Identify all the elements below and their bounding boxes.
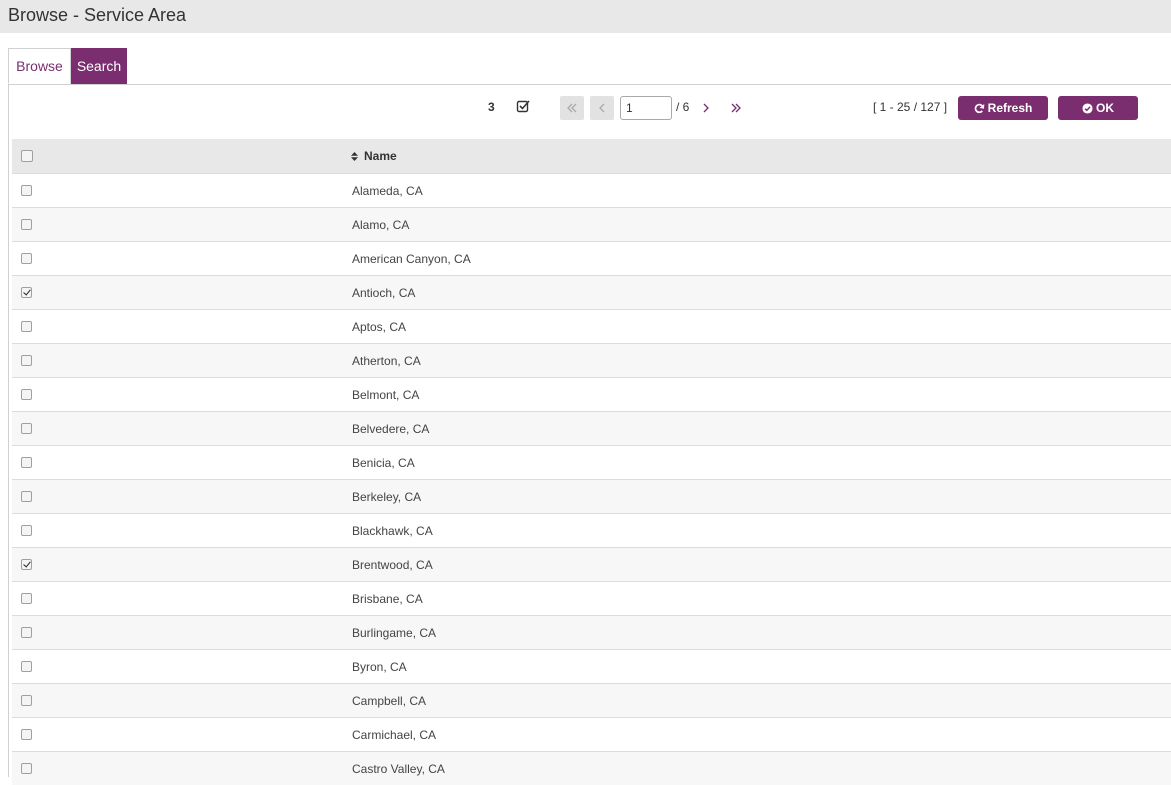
row-name: Alamo, CA (352, 218, 409, 232)
row-name: Aptos, CA (352, 320, 406, 334)
row-name: Carmichael, CA (352, 728, 436, 742)
chevron-left-icon (598, 103, 606, 113)
table-row[interactable]: Castro Valley, CA (12, 751, 1171, 785)
row-name: Benicia, CA (352, 456, 415, 470)
window-title: Browse - Service Area (0, 0, 1171, 33)
check-circle-icon (1082, 103, 1093, 114)
service-area-grid: Name Alameda, CA Alamo, CA American Canyon… (12, 139, 1171, 785)
row-checkbox[interactable] (21, 185, 32, 196)
first-page-button[interactable] (560, 96, 584, 120)
row-name: Atherton, CA (352, 354, 421, 368)
table-row[interactable]: Belmont, CA (12, 377, 1171, 411)
table-row[interactable]: Carmichael, CA (12, 717, 1171, 751)
row-checkbox[interactable] (21, 491, 32, 502)
row-checkbox[interactable] (21, 287, 32, 298)
next-page-button[interactable] (694, 96, 718, 120)
row-name: Castro Valley, CA (352, 762, 445, 776)
double-chevron-left-icon (566, 103, 578, 113)
selected-count: 3 (488, 100, 495, 114)
row-name: Belmont, CA (352, 388, 419, 402)
row-checkbox[interactable] (21, 219, 32, 230)
double-chevron-right-icon (730, 103, 742, 113)
tab-search[interactable]: Search (71, 48, 127, 84)
row-checkbox[interactable] (21, 525, 32, 536)
row-checkbox[interactable] (21, 355, 32, 366)
row-checkbox[interactable] (21, 729, 32, 740)
row-name: Burlingame, CA (352, 626, 436, 640)
table-row[interactable]: Alamo, CA (12, 207, 1171, 241)
row-name: Byron, CA (352, 660, 407, 674)
table-row[interactable]: Aptos, CA (12, 309, 1171, 343)
table-row[interactable]: Blackhawk, CA (12, 513, 1171, 547)
row-checkbox[interactable] (21, 389, 32, 400)
checked-box-icon[interactable] (516, 99, 530, 113)
table-row[interactable]: Antioch, CA (12, 275, 1171, 309)
row-name: Alameda, CA (352, 184, 423, 198)
table-row[interactable]: Burlingame, CA (12, 615, 1171, 649)
row-checkbox[interactable] (21, 593, 32, 604)
row-checkbox[interactable] (21, 423, 32, 434)
table-row[interactable]: Benicia, CA (12, 445, 1171, 479)
table-row[interactable]: Belvedere, CA (12, 411, 1171, 445)
refresh-label: Refresh (988, 101, 1033, 115)
table-row[interactable]: Brisbane, CA (12, 581, 1171, 615)
grid-toolbar: 3 / 6 [ 1 - 25 / 127 ] Refresh (0, 95, 1171, 121)
table-row[interactable]: Atherton, CA (12, 343, 1171, 377)
table-row[interactable]: Alameda, CA (12, 173, 1171, 207)
sort-icon (351, 152, 358, 161)
row-name: Brentwood, CA (352, 558, 433, 572)
page-total: / 6 (676, 100, 689, 114)
row-checkbox[interactable] (21, 559, 32, 570)
row-name: Antioch, CA (352, 286, 415, 300)
chevron-right-icon (702, 103, 710, 113)
ok-button[interactable]: OK (1058, 96, 1138, 120)
record-range: [ 1 - 25 / 127 ] (873, 100, 947, 114)
grid-header: Name (12, 139, 1171, 173)
row-checkbox[interactable] (21, 695, 32, 706)
page-number-input[interactable] (620, 96, 672, 120)
table-row[interactable]: American Canyon, CA (12, 241, 1171, 275)
table-row[interactable]: Campbell, CA (12, 683, 1171, 717)
select-all-checkbox[interactable] (21, 150, 33, 162)
row-checkbox[interactable] (21, 321, 32, 332)
tab-bar: Browse Search (8, 48, 127, 84)
ok-label: OK (1096, 101, 1114, 115)
refresh-icon (974, 103, 985, 114)
row-name: Campbell, CA (352, 694, 426, 708)
name-column-header[interactable]: Name (351, 149, 397, 163)
row-checkbox[interactable] (21, 457, 32, 468)
row-checkbox[interactable] (21, 661, 32, 672)
table-row[interactable]: Brentwood, CA (12, 547, 1171, 581)
row-checkbox[interactable] (21, 763, 32, 774)
row-name: Belvedere, CA (352, 422, 429, 436)
last-page-button[interactable] (724, 96, 748, 120)
row-checkbox[interactable] (21, 627, 32, 638)
row-name: American Canyon, CA (352, 252, 471, 266)
tab-browse[interactable]: Browse (8, 48, 71, 84)
table-row[interactable]: Berkeley, CA (12, 479, 1171, 513)
previous-page-button[interactable] (590, 96, 614, 120)
row-checkbox[interactable] (21, 253, 32, 264)
grid-body: Alameda, CA Alamo, CA American Canyon, CA A… (12, 173, 1171, 785)
tab-divider (8, 84, 1171, 85)
name-column-label: Name (364, 149, 397, 163)
refresh-button[interactable]: Refresh (958, 96, 1048, 120)
row-name: Brisbane, CA (352, 592, 423, 606)
panel-border (8, 84, 9, 777)
table-row[interactable]: Byron, CA (12, 649, 1171, 683)
row-name: Berkeley, CA (352, 490, 421, 504)
row-name: Blackhawk, CA (352, 524, 433, 538)
